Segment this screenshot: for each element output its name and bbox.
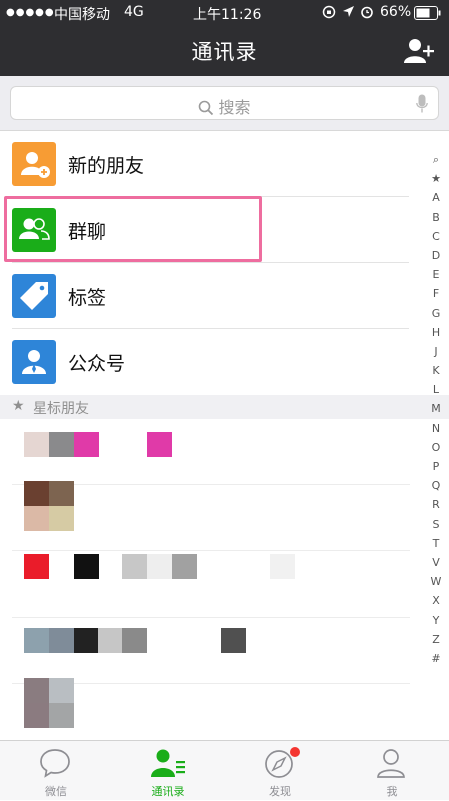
status-bar: ●●●●● 中国移动 4G 上午11:26 66% xyxy=(0,0,449,26)
index-letter[interactable]: T xyxy=(427,534,445,553)
index-letter[interactable]: X xyxy=(427,591,445,610)
tab-discover[interactable]: 发现 xyxy=(224,741,336,801)
group-chat-icon xyxy=(12,208,56,252)
search-input[interactable]: 搜索 xyxy=(10,86,439,120)
index-letter[interactable]: S xyxy=(427,515,445,534)
clock-time: 上午11:26 xyxy=(193,7,262,23)
tab-bar: 微信 通讯录 发现 我 xyxy=(0,740,449,800)
location-icon xyxy=(342,5,355,23)
official-accounts-label: 公众号 xyxy=(68,353,126,375)
tags-entry[interactable]: 标签 xyxy=(0,263,449,329)
index-letter[interactable]: Y xyxy=(427,611,445,630)
index-letter[interactable]: A xyxy=(427,188,445,207)
tag-icon xyxy=(12,274,56,318)
starred-friends-header: ★ 星标朋友 xyxy=(0,395,449,419)
group-chat-label: 群聊 xyxy=(68,221,107,243)
index-letter[interactable]: G xyxy=(427,304,445,323)
contact-row[interactable] xyxy=(0,419,410,485)
battery-icon xyxy=(414,6,442,24)
tab-chats-label: 微信 xyxy=(45,785,67,798)
search-area: 搜索 xyxy=(0,76,449,131)
tags-label: 标签 xyxy=(68,287,107,309)
contacts-icon xyxy=(151,749,185,777)
index-letter[interactable]: N xyxy=(427,419,445,438)
index-letter[interactable]: F xyxy=(427,284,445,303)
official-accounts-entry[interactable]: 公众号 xyxy=(0,329,449,395)
index-letter[interactable]: W xyxy=(427,572,445,591)
tab-discover-label: 发现 xyxy=(269,785,291,798)
index-letter[interactable]: R xyxy=(427,495,445,514)
search-icon xyxy=(199,100,214,116)
index-letter[interactable]: M xyxy=(427,399,445,418)
index-letter[interactable]: P xyxy=(427,457,445,476)
contact-row[interactable] xyxy=(0,617,410,684)
index-letter[interactable]: L xyxy=(427,380,445,399)
new-friends-entry[interactable]: 新的朋友 xyxy=(0,131,449,197)
index-letter[interactable]: O xyxy=(427,438,445,457)
contact-row[interactable] xyxy=(0,481,410,551)
new-friends-label: 新的朋友 xyxy=(68,155,145,177)
star-icon: ★ xyxy=(12,398,25,414)
index-letter[interactable]: C xyxy=(427,227,445,246)
official-account-icon xyxy=(12,340,56,384)
new-friend-icon xyxy=(12,142,56,186)
chat-icon xyxy=(40,749,70,778)
index-letter[interactable]: H xyxy=(427,323,445,342)
person-icon xyxy=(377,749,405,778)
tab-me-label: 我 xyxy=(386,785,398,798)
index-letter[interactable]: V xyxy=(427,553,445,572)
alarm-icon xyxy=(360,5,374,23)
index-letter[interactable]: Z xyxy=(427,630,445,649)
add-contact-icon xyxy=(404,39,434,63)
index-letter[interactable]: # xyxy=(427,649,445,668)
section-title: 星标朋友 xyxy=(33,401,89,417)
index-letter[interactable]: Q xyxy=(427,476,445,495)
index-letter[interactable]: E xyxy=(427,265,445,284)
index-letter[interactable]: J xyxy=(427,342,445,361)
tab-me[interactable]: 我 xyxy=(336,741,448,801)
navigation-bar: 通讯录 xyxy=(0,26,449,76)
index-letter[interactable]: D xyxy=(427,246,445,265)
contact-row[interactable] xyxy=(0,551,410,618)
group-chat-entry[interactable]: 群聊 xyxy=(0,197,449,263)
add-contact-button[interactable] xyxy=(403,37,435,65)
index-letter[interactable]: K xyxy=(427,361,445,380)
index-letter[interactable]: ★ xyxy=(427,169,445,188)
rotation-lock-icon xyxy=(322,5,336,23)
tab-chats[interactable]: 微信 xyxy=(0,741,112,801)
index-letter[interactable]: B xyxy=(427,208,445,227)
microphone-icon[interactable] xyxy=(416,94,428,114)
battery-percent: 66% xyxy=(380,4,412,20)
alphabet-index[interactable]: ⌕ ★ A B C D E F G H J K L M N O P Q R S T V W X Y Z # xyxy=(427,150,445,668)
search-placeholder: 搜索 xyxy=(218,98,251,117)
notification-badge xyxy=(290,747,300,757)
carrier-name: 中国移动 xyxy=(54,7,110,23)
signal-strength: ●●●●● xyxy=(6,7,55,18)
tab-contacts-label: 通讯录 xyxy=(151,785,185,798)
network-type: 4G xyxy=(124,4,144,20)
index-letter[interactable]: ⌕ xyxy=(427,150,445,169)
tab-contacts[interactable]: 通讯录 xyxy=(112,741,224,801)
page-title: 通讯录 xyxy=(191,40,258,64)
